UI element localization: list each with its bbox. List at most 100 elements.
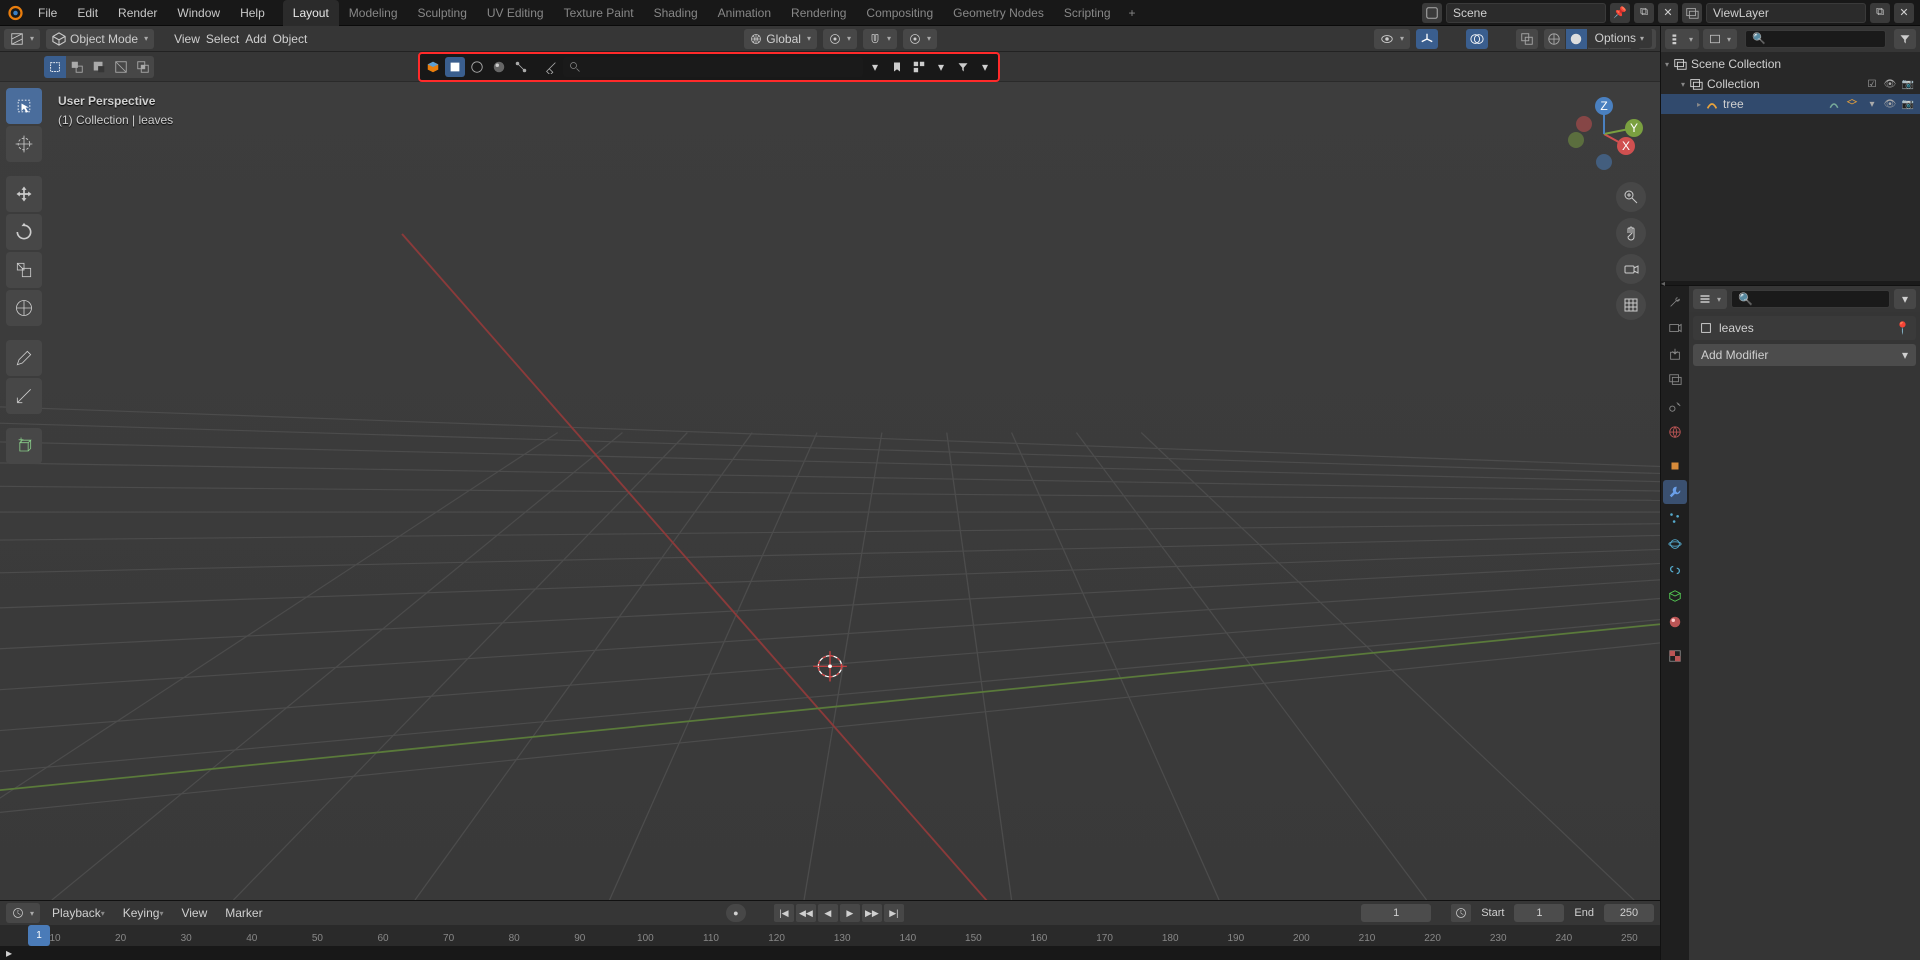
outliner-scene-collection[interactable]: ▾ Scene Collection (1661, 54, 1920, 74)
tab-layout[interactable]: Layout (283, 0, 339, 26)
outliner-search[interactable] (1745, 30, 1886, 48)
keying-menu[interactable]: Keying (117, 904, 170, 922)
viewlayer-name-field[interactable]: ViewLayer (1706, 3, 1866, 23)
asset-sphere-icon[interactable] (467, 57, 487, 77)
add-modifier-button[interactable]: Add Modifier ▾ (1693, 344, 1916, 366)
asset-material-icon[interactable] (489, 57, 509, 77)
menu-edit[interactable]: Edit (67, 0, 108, 26)
pan-button[interactable] (1616, 218, 1646, 248)
asset-catalog-icon[interactable] (909, 57, 929, 77)
prop-tab-texture[interactable] (1663, 644, 1687, 668)
properties-options-icon[interactable]: ▾ (1894, 289, 1916, 309)
zoom-button[interactable] (1616, 182, 1646, 212)
menu-render[interactable]: Render (108, 0, 167, 26)
properties-search-input[interactable] (1731, 290, 1890, 308)
delete-viewlayer-icon[interactable]: ✕ (1894, 3, 1914, 23)
prop-tab-scene[interactable] (1663, 394, 1687, 418)
tab-geometry-nodes[interactable]: Geometry Nodes (943, 0, 1054, 26)
jump-next-key[interactable]: ▶▶ (862, 904, 882, 922)
prop-tab-object[interactable] (1663, 454, 1687, 478)
outliner-editor-type[interactable] (1665, 29, 1699, 49)
proportional-edit-dropdown[interactable] (903, 29, 937, 49)
preview-range-toggle[interactable] (1451, 904, 1471, 922)
mode-dropdown[interactable]: Object Mode (46, 29, 154, 49)
auto-key-toggle[interactable]: ● (726, 904, 746, 922)
outliner-object-tree[interactable]: ▸ tree ▾ 👁 📷 (1661, 94, 1920, 114)
jump-to-start[interactable]: |◀ (774, 904, 794, 922)
prop-tab-data[interactable] (1663, 584, 1687, 608)
pin-scene-icon[interactable]: 📌 (1610, 3, 1630, 23)
prop-tab-physics[interactable] (1663, 532, 1687, 556)
outliner-filter-icon[interactable] (1894, 29, 1916, 49)
start-frame-field[interactable]: 1 (1514, 904, 1564, 922)
properties-editor-type[interactable] (1693, 289, 1727, 309)
exclude-checkbox[interactable]: ☑ (1864, 79, 1880, 90)
visibility-toggle[interactable]: 👁 (1882, 99, 1898, 110)
timeline-view-menu[interactable]: View (175, 904, 213, 922)
prop-tab-tool[interactable] (1663, 290, 1687, 314)
tab-texture-paint[interactable]: Texture Paint (554, 0, 644, 26)
prop-tab-material[interactable] (1663, 610, 1687, 634)
select-menu[interactable]: Select (206, 32, 239, 46)
transform-orientation-dropdown[interactable]: Global (744, 29, 817, 49)
menu-window[interactable]: Window (167, 0, 230, 26)
expand-toggle[interactable]: ▾ (1864, 99, 1880, 110)
prop-tab-render[interactable] (1663, 316, 1687, 340)
asset-filter-dropdown-icon[interactable]: ▾ (975, 57, 995, 77)
play-reverse[interactable]: ◀ (818, 904, 838, 922)
visibility-toggle[interactable]: 👁 (1882, 79, 1898, 90)
end-frame-field[interactable]: 250 (1604, 904, 1654, 922)
tab-uv-editing[interactable]: UV Editing (477, 0, 554, 26)
tool-scale[interactable] (6, 252, 42, 288)
asset-brush-icon[interactable] (541, 57, 561, 77)
tool-select-box[interactable] (6, 88, 42, 124)
tab-sculpting[interactable]: Sculpting (408, 0, 477, 26)
pin-icon[interactable]: 📍 (1895, 321, 1910, 335)
playhead[interactable]: 1 (28, 925, 50, 946)
tool-annotate[interactable] (6, 340, 42, 376)
jump-prev-key[interactable]: ◀◀ (796, 904, 816, 922)
xray-toggle[interactable] (1516, 29, 1538, 49)
tab-animation[interactable]: Animation (708, 0, 781, 26)
prop-tab-world[interactable] (1663, 420, 1687, 444)
properties-search[interactable] (1731, 290, 1890, 308)
asset-bookmark-icon[interactable] (887, 57, 907, 77)
outliner-search-input[interactable] (1745, 30, 1886, 48)
render-toggle[interactable]: 📷 (1900, 99, 1916, 110)
tab-compositing[interactable]: Compositing (856, 0, 943, 26)
jump-to-end[interactable]: ▶| (884, 904, 904, 922)
asset-filter-icon[interactable] (953, 57, 973, 77)
select-set-new[interactable] (44, 56, 66, 78)
copy-viewlayer-icon[interactable]: ⧉ (1870, 3, 1890, 23)
outliner-display-mode[interactable] (1703, 29, 1737, 49)
prop-tab-constraints[interactable] (1663, 558, 1687, 582)
add-workspace-button[interactable]: + (1121, 0, 1144, 26)
tool-rotate[interactable] (6, 214, 42, 250)
play-forward[interactable]: ▶ (840, 904, 860, 922)
current-frame-field[interactable]: 1 (1361, 904, 1431, 922)
tool-cursor[interactable] (6, 126, 42, 162)
tool-move[interactable] (6, 176, 42, 212)
perspective-toggle-button[interactable] (1616, 290, 1646, 320)
status-expand-icon[interactable]: ▸ (6, 946, 12, 960)
shading-wireframe[interactable] (1544, 29, 1566, 49)
asset-all-icon[interactable] (423, 57, 443, 77)
timeline-track[interactable]: 1 10203040506070809010011012013014015016… (0, 925, 1660, 946)
menu-help[interactable]: Help (230, 0, 275, 26)
editor-type-dropdown[interactable] (4, 29, 40, 49)
outliner-collection[interactable]: ▾ Collection ☑ 👁 📷 (1661, 74, 1920, 94)
navigation-gizmo[interactable]: Z Y X (1562, 92, 1646, 176)
view-menu[interactable]: View (174, 32, 200, 46)
options-dropdown[interactable]: Options (1587, 28, 1652, 48)
playback-menu[interactable]: Playback (46, 904, 111, 922)
tool-add-cube[interactable]: + (6, 428, 42, 464)
select-invert[interactable] (110, 56, 132, 78)
viewlayer-browse-icon[interactable] (1682, 3, 1702, 23)
delete-scene-icon[interactable]: ✕ (1658, 3, 1678, 23)
asset-cube-icon[interactable] (445, 57, 465, 77)
render-toggle[interactable]: 📷 (1900, 79, 1916, 90)
prop-tab-viewlayer[interactable] (1663, 368, 1687, 392)
scene-name-field[interactable]: Scene (1446, 3, 1606, 23)
snap-dropdown[interactable] (863, 29, 897, 49)
tool-transform[interactable] (6, 290, 42, 326)
